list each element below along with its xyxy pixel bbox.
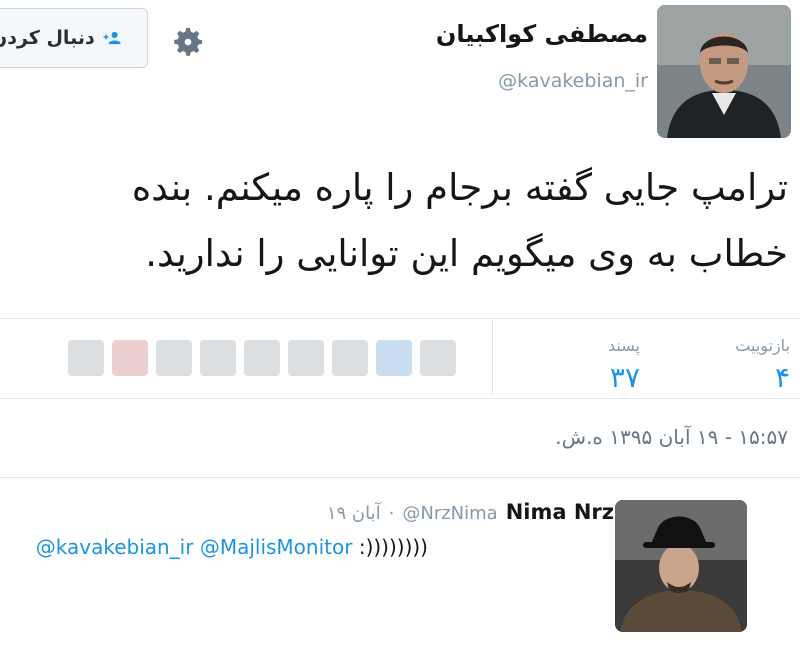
liker-avatar[interactable]: [200, 340, 236, 376]
liker-avatar[interactable]: [112, 340, 148, 376]
liker-avatar[interactable]: [288, 340, 324, 376]
author-avatar[interactable]: [657, 5, 791, 138]
follow-button[interactable]: دنبال کردن: [0, 8, 148, 68]
divider: [0, 318, 800, 319]
reply-text: @kavakebian_ir @MajlisMonitor :)))))))): [36, 535, 428, 559]
reply-name[interactable]: Nima Nrz: [506, 500, 614, 524]
author-handle[interactable]: @kavakebian_ir: [498, 70, 648, 92]
tweet-text-line: ترامپ جایی گفته برجام را پاره میکنم. بند…: [131, 166, 788, 209]
tweet-text-line: خطاب به وی میگویم این توانایی را ندارید.: [145, 232, 788, 275]
liker-avatar[interactable]: [376, 340, 412, 376]
gear-icon[interactable]: [170, 24, 206, 60]
divider: [0, 398, 800, 399]
reply-handle[interactable]: @NrzNima: [402, 503, 497, 524]
reply-avatar[interactable]: [615, 500, 747, 632]
add-user-icon: [103, 31, 121, 45]
reply-separator: ·: [388, 503, 395, 524]
liker-avatar[interactable]: [420, 340, 456, 376]
retweet-value: ۴: [774, 361, 790, 394]
liker-avatar[interactable]: [244, 340, 280, 376]
divider: [0, 477, 800, 478]
stats-separator: [492, 320, 493, 395]
reply-photo: [615, 500, 747, 632]
liker-avatar[interactable]: [332, 340, 368, 376]
like-count[interactable]: پسند ۳۷: [608, 336, 640, 394]
retweet-count[interactable]: بازتوییت ۴: [735, 336, 790, 394]
follow-button-label: دنبال کردن: [0, 27, 95, 49]
reply-text-body: :)))))))): [358, 535, 428, 559]
author-photo: [657, 5, 791, 138]
retweet-label: بازتوییت: [735, 336, 790, 355]
mention-link[interactable]: @MajlisMonitor: [200, 535, 353, 559]
author-name[interactable]: مصطفی کواکبیان: [436, 20, 648, 48]
like-label: پسند: [608, 336, 640, 355]
like-value: ۳۷: [609, 361, 640, 394]
reply-date[interactable]: ۱۹ آبان: [327, 503, 381, 524]
tweet-text: ترامپ جایی گفته برجام را پاره میکنم. بند…: [0, 155, 788, 287]
tweet-timestamp[interactable]: ۱۵:۵۷ - ۱۹ آبان ۱۳۹۵ ه.ش.: [555, 425, 788, 449]
liker-avatar[interactable]: [68, 340, 104, 376]
mention-link[interactable]: @kavakebian_ir: [36, 535, 194, 559]
liker-avatar[interactable]: [156, 340, 192, 376]
liker-avatars: [68, 340, 456, 380]
reply-header: ۱۹ آبان · @NrzNima Nima Nrz: [327, 500, 614, 524]
